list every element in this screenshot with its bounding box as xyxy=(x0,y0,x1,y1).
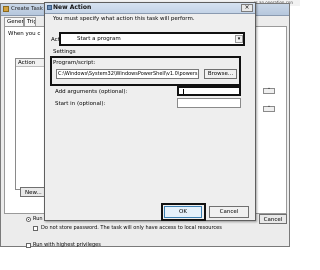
move-up-button[interactable]: ˄ xyxy=(263,88,275,94)
ok-button[interactable]: OK xyxy=(164,206,202,218)
arguments-input[interactable] xyxy=(177,86,241,96)
security-options: Run whether user is logged on or not Do … xyxy=(11,216,291,257)
close-icon[interactable]: × xyxy=(241,4,253,12)
task-scheduler-icon xyxy=(3,6,9,12)
run-logged-on-radio[interactable] xyxy=(26,217,31,222)
action-dropdown-value: Start a program xyxy=(77,36,121,42)
start-in-input[interactable] xyxy=(177,98,241,108)
dialog-instruction: You must specify what action this task w… xyxy=(53,16,195,22)
move-down-button[interactable]: ˅ xyxy=(263,106,275,112)
do-not-store-password-label: Do not store password. The task will onl… xyxy=(41,225,222,231)
action-dropdown[interactable]: Start a program ▾ xyxy=(59,32,245,46)
new-action-titlebar: New Action × xyxy=(45,3,255,14)
new-action-title: New Action xyxy=(53,4,92,11)
tab-triggers[interactable]: Trig xyxy=(24,17,36,26)
tab-general[interactable]: General xyxy=(4,17,24,26)
create-task-title: Create Task xyxy=(11,6,43,12)
program-label: Program/script: xyxy=(53,60,96,66)
chevron-down-icon[interactable]: ▾ xyxy=(235,35,243,43)
cancel-button[interactable]: Cancel xyxy=(209,206,249,218)
run-highest-checkbox[interactable] xyxy=(26,243,31,248)
actions-description: When you c xyxy=(8,31,41,37)
start-in-label: Start in (optional): xyxy=(55,101,106,107)
dialog-icon xyxy=(47,5,52,10)
do-not-store-password-checkbox[interactable] xyxy=(33,226,38,231)
program-input[interactable]: C:\Windows\System32\WindowsPowerShell\v1… xyxy=(56,69,199,79)
arguments-label: Add arguments (optional): xyxy=(55,89,128,95)
browse-button[interactable]: Browse... xyxy=(204,69,237,79)
run-highest-label: Run with highest privileges xyxy=(33,242,101,248)
new-action-dialog: New Action × You must specify what actio… xyxy=(44,2,256,221)
settings-group-label: Settings xyxy=(53,49,76,55)
text-caret xyxy=(183,89,184,94)
